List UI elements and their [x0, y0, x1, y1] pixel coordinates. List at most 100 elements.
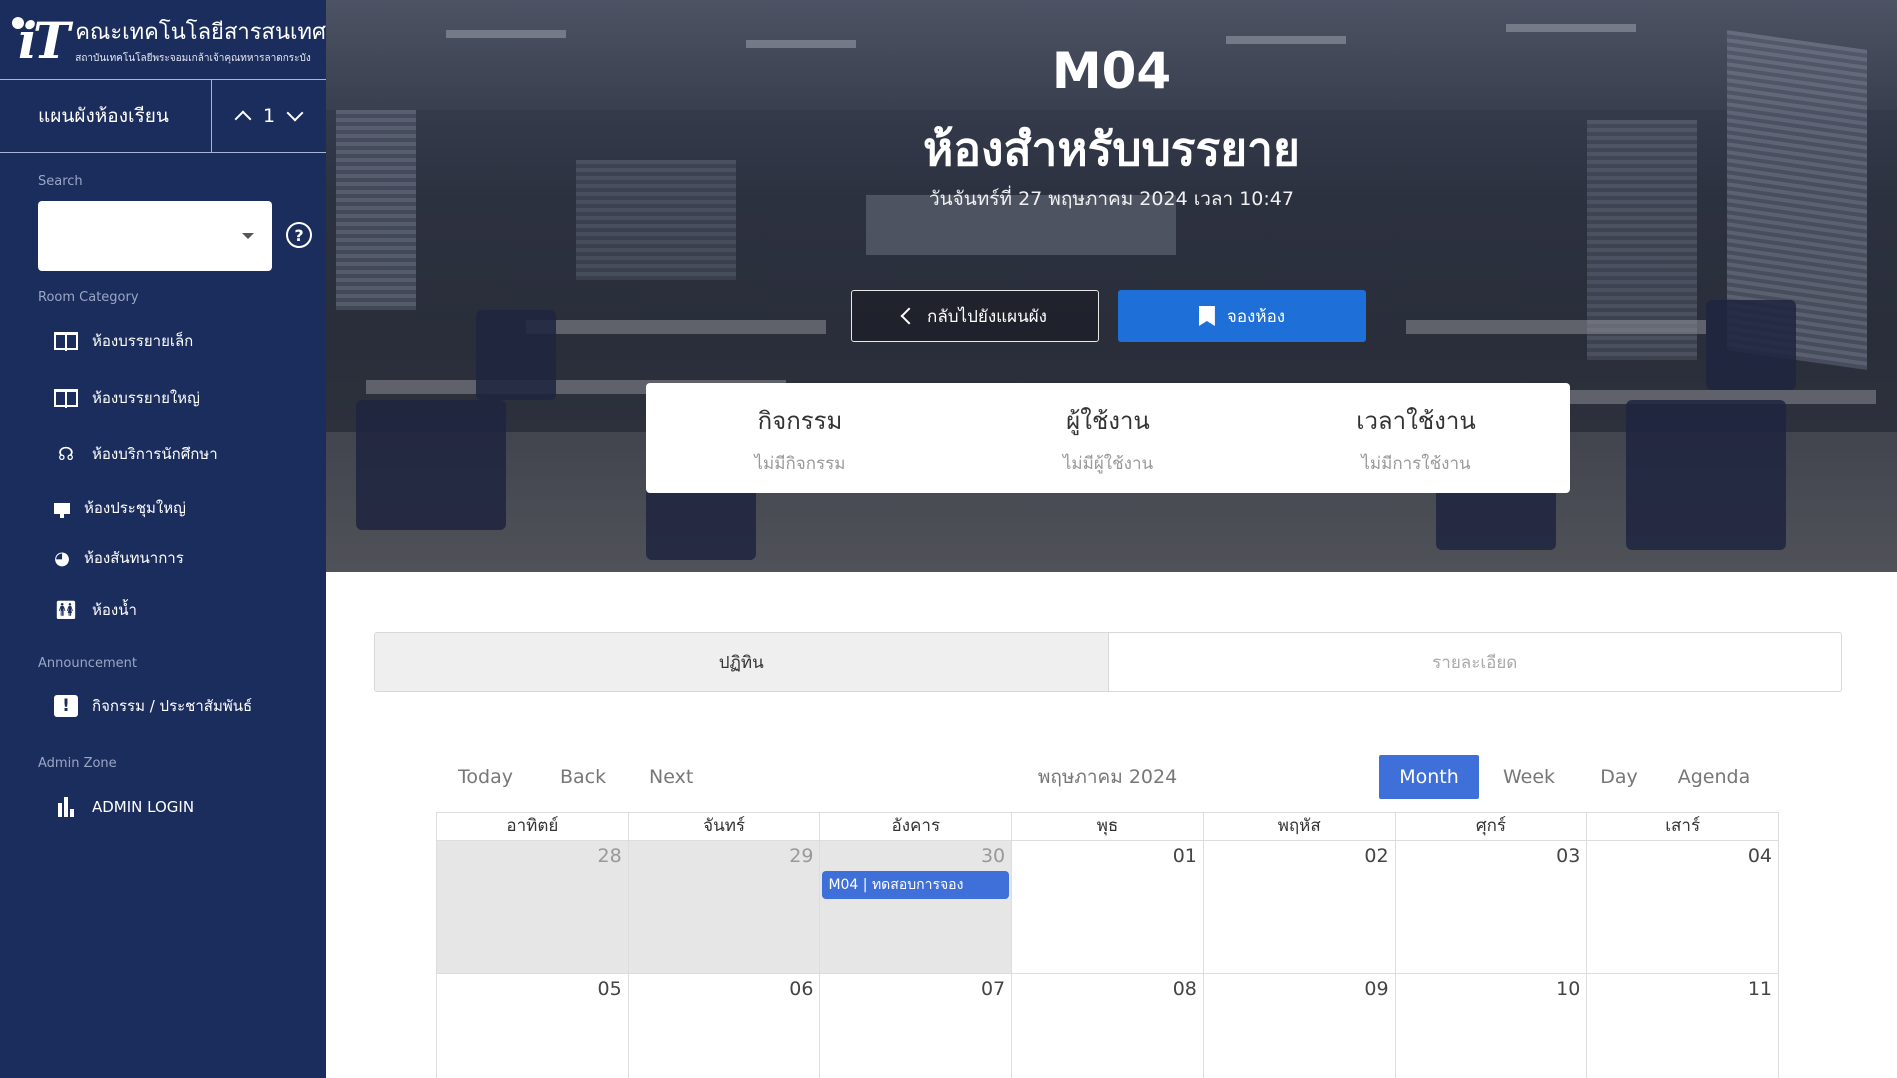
calendar-day-cell[interactable]: 02	[1203, 841, 1396, 974]
today-button[interactable]: Today	[458, 755, 513, 799]
next-button[interactable]: Next	[649, 755, 693, 799]
tab-details[interactable]: รายละเอียด	[1109, 633, 1842, 691]
day-number[interactable]: 10	[1556, 978, 1580, 1000]
nav-item-restroom[interactable]: 🚻︎ ห้องน้ำ	[54, 598, 137, 622]
weekday-label: พฤหัส	[1203, 813, 1396, 841]
nav-item-small-lecture[interactable]: ห้องบรรยายเล็ก	[54, 329, 193, 353]
calendar-day-cell[interactable]: 29	[628, 841, 821, 974]
back-to-floorplan-button[interactable]: กลับไปยังแผนผัง	[851, 290, 1099, 342]
day-number[interactable]: 07	[981, 978, 1005, 1000]
day-number[interactable]: 08	[1173, 978, 1197, 1000]
booking-event[interactable]: M04 | ทดสอบการจอง	[822, 871, 1010, 899]
nav-item-admin-login[interactable]: ADMIN LOGIN	[54, 796, 194, 818]
weekday-label: อังคาร	[820, 813, 1013, 841]
nav-item-label: ห้องบรรยายเล็ก	[92, 332, 194, 350]
restroom-icon: 🚻︎	[54, 599, 78, 621]
chevron-down-icon[interactable]	[286, 104, 304, 122]
calendar-day-cell[interactable]: 07	[820, 974, 1013, 1078]
weekday-label: เสาร์	[1587, 813, 1780, 841]
usage-time-status: เวลาใช้งาน ไม่มีการใช้งาน	[1356, 407, 1476, 474]
nav-item-label: ห้องประชุมใหญ่	[84, 499, 186, 517]
floor-number: 1	[262, 105, 276, 127]
weekday-label: พุธ	[1012, 813, 1204, 841]
dropdown-caret-icon[interactable]	[242, 233, 254, 239]
current-datetime: วันจันทร์ที่ 27 พฤษภาคม 2024 เวลา 10:47	[929, 188, 1294, 210]
calendar-day-cell[interactable]: 11	[1587, 974, 1780, 1078]
book-room-button[interactable]: จองห้อง	[1118, 290, 1366, 342]
day-number[interactable]: 04	[1748, 845, 1772, 867]
month-calendar: อาทิตย์ จันทร์ อังคาร พุธ พฤหัส ศุกร์ เส…	[436, 812, 1780, 1078]
book-open-icon	[54, 330, 78, 352]
bookmark-plus-icon	[1198, 306, 1215, 326]
nav-item-meeting-room[interactable]: ห้องประชุมใหญ่	[54, 496, 186, 520]
announcement-label: Announcement	[38, 656, 137, 671]
presentation-icon	[54, 497, 70, 519]
user-status: ผู้ใช้งาน ไม่มีผู้ใช้งาน	[1062, 407, 1154, 474]
room-category-label: Room Category	[38, 290, 139, 305]
calendar-week: 28 29 30 M04 | ทดสอบการจอง 01 02 03 04	[437, 841, 1780, 974]
day-number[interactable]: 29	[789, 845, 813, 867]
calendar-day-cell[interactable]: 05	[437, 974, 629, 1078]
search-select[interactable]	[38, 201, 272, 271]
view-month-button[interactable]: Month	[1379, 755, 1479, 799]
day-number[interactable]: 09	[1364, 978, 1388, 1000]
nav-item-student-service[interactable]: ☊ ห้องบริการนักศึกษา	[54, 442, 218, 466]
day-number[interactable]: 05	[598, 978, 622, 1000]
day-number[interactable]: 30	[981, 845, 1005, 867]
calendar-day-cell[interactable]: 03	[1395, 841, 1588, 974]
day-number[interactable]: 28	[598, 845, 622, 867]
day-number[interactable]: 06	[789, 978, 813, 1000]
day-number[interactable]: 03	[1556, 845, 1580, 867]
day-number[interactable]: 02	[1364, 845, 1388, 867]
calendar-day-cell[interactable]: 04	[1587, 841, 1780, 974]
search-label: Search	[38, 174, 83, 189]
nav-item-label: ADMIN LOGIN	[92, 798, 195, 816]
weekday-label: ศุกร์	[1395, 813, 1588, 841]
activity-status: กิจกรรม ไม่มีกิจกรรม	[754, 407, 846, 474]
chevron-left-icon	[900, 307, 918, 325]
calendar-week: 05 06 07 08 09 10 11	[437, 974, 1780, 1078]
nav-item-announcement[interactable]: ! กิจกรรม / ประชาสัมพันธ์	[54, 694, 252, 718]
brand[interactable]: iT คณะเทคโนโลยีสารสนเทศ สถาบันเทคโนโลยีพ…	[0, 0, 326, 80]
weekday-label: จันทร์	[628, 813, 821, 841]
back-button[interactable]: Back	[560, 755, 606, 799]
tab-calendar[interactable]: ปฏิทิน	[375, 633, 1109, 691]
calendar-day-cell[interactable]: 30 M04 | ทดสอบการจอง	[820, 841, 1013, 974]
day-number[interactable]: 01	[1173, 845, 1197, 867]
view-week-button[interactable]: Week	[1479, 755, 1579, 799]
sidebar: iT คณะเทคโนโลยีสารสนเทศ สถาบันเทคโนโลยีพ…	[0, 0, 326, 1078]
room-type: ห้องสำหรับบรรยาย	[923, 122, 1300, 176]
brand-subtitle: สถาบันเทคโนโลยีพระจอมเกล้าเจ้าคุณทหารลาด…	[75, 53, 311, 64]
room-code: M04	[1051, 42, 1172, 100]
nav-item-label: กิจกรรม / ประชาสัมพันธ์	[92, 697, 253, 715]
faculty-logo: iT	[10, 9, 70, 71]
weekday-header: อาทิตย์ จันทร์ อังคาร พุธ พฤหัส ศุกร์ เส…	[437, 813, 1780, 841]
alert-box-icon: !	[54, 695, 78, 717]
floor-plan-bar: แผนผังห้องเรียน 1	[0, 79, 326, 153]
view-agenda-button[interactable]: Agenda	[1659, 755, 1769, 799]
view-day-button[interactable]: Day	[1579, 755, 1659, 799]
room-tabs: ปฏิทิน รายละเอียด	[374, 632, 1842, 692]
nav-item-recreation[interactable]: ◕ ห้องสันทนาการ	[54, 546, 184, 570]
calendar-toolbar: Today Back Next พฤษภาคม 2024 Month Week …	[436, 755, 1779, 799]
brand-title: คณะเทคโนโลยีสารสนเทศ	[75, 20, 326, 45]
calendar-day-cell[interactable]: 01	[1012, 841, 1204, 974]
nav-item-large-lecture[interactable]: ห้องบรรยายใหญ่	[54, 386, 200, 410]
calendar-day-cell[interactable]: 10	[1396, 974, 1588, 1078]
palette-icon: ◕	[54, 547, 70, 569]
calendar-day-cell[interactable]: 09	[1204, 974, 1396, 1078]
room-status-card: กิจกรรม ไม่มีกิจกรรม ผู้ใช้งาน ไม่มีผู้ใ…	[646, 383, 1570, 493]
floor-plan-title[interactable]: แผนผังห้องเรียน	[0, 80, 212, 152]
calendar-day-cell[interactable]: 28	[437, 841, 629, 974]
nav-item-label: ห้องบรรยายใหญ่	[92, 389, 200, 407]
help-icon[interactable]: ?	[286, 222, 312, 248]
day-number[interactable]: 11	[1748, 978, 1772, 1000]
admin-zone-label: Admin Zone	[38, 756, 117, 771]
weekday-label: อาทิตย์	[437, 813, 629, 841]
headset-icon: ☊	[58, 443, 74, 465]
calendar-day-cell[interactable]: 06	[629, 974, 821, 1078]
room-hero: M04 ห้องสำหรับบรรยาย วันจันทร์ที่ 27 พฤษ…	[326, 0, 1897, 572]
nav-item-label: ห้องสันทนาการ	[84, 549, 184, 567]
calendar-day-cell[interactable]: 08	[1012, 974, 1204, 1078]
chevron-up-icon[interactable]	[234, 110, 252, 128]
